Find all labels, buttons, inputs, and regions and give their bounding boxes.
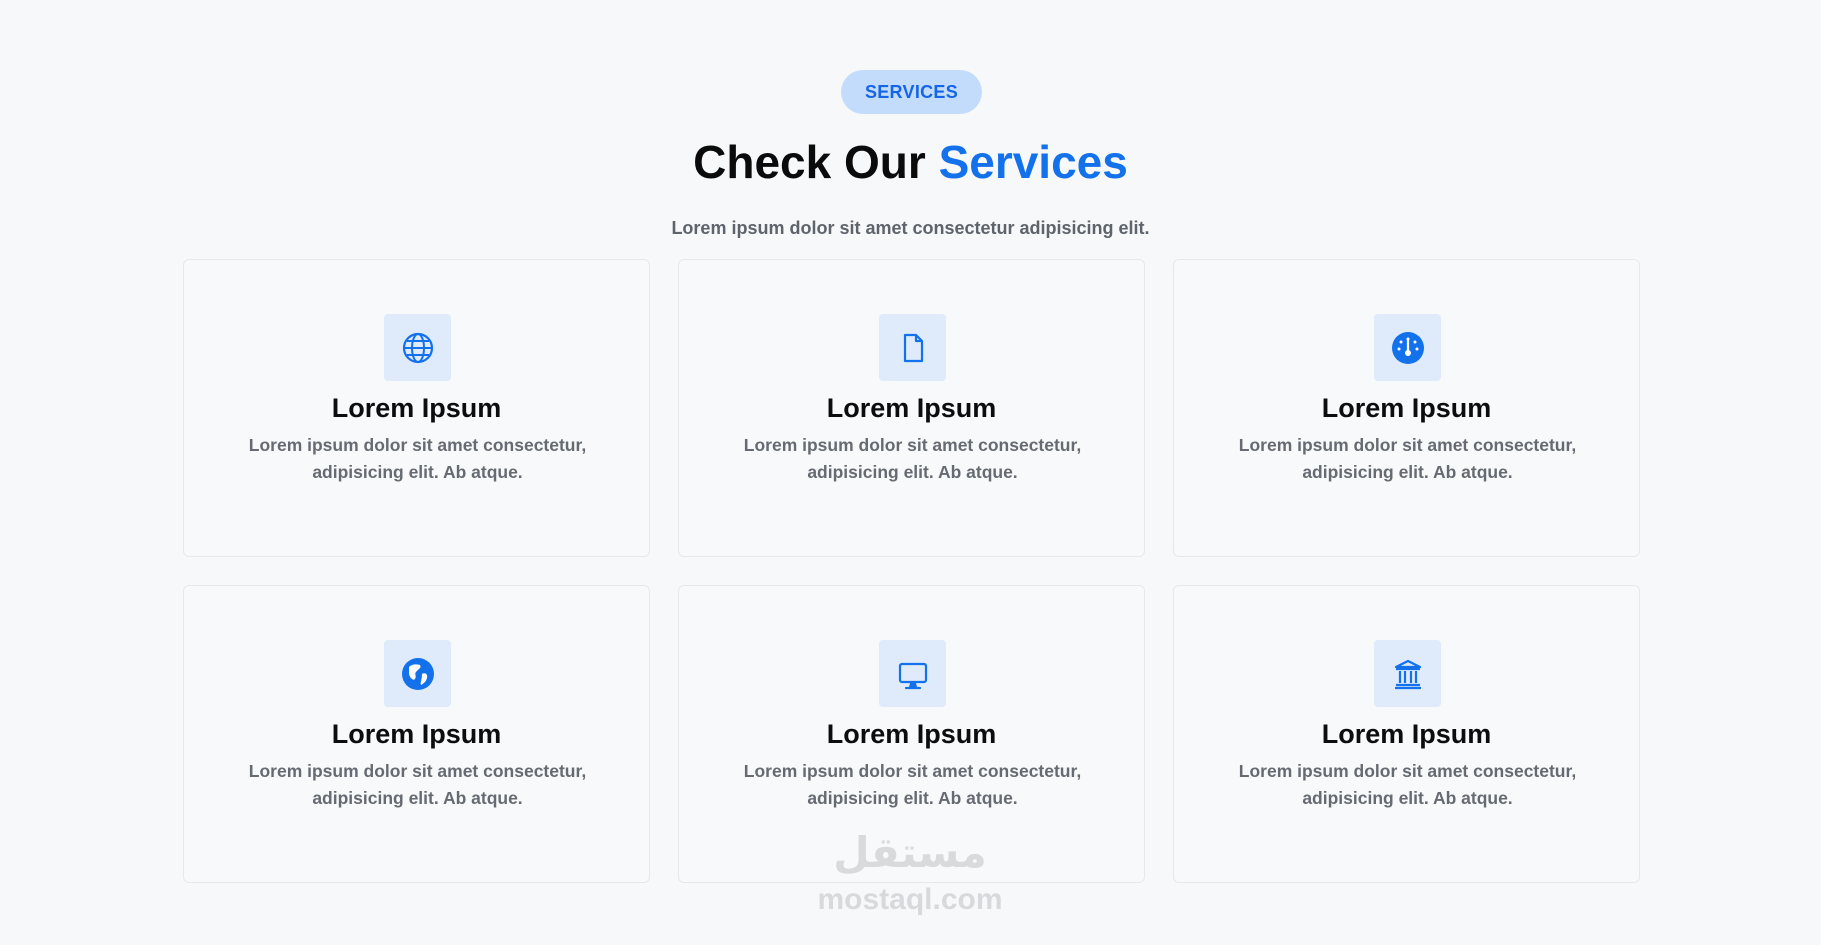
service-title: Lorem Ipsum xyxy=(331,393,502,423)
section-heading-main: Check Our xyxy=(693,136,939,188)
service-title: Lorem Ipsum xyxy=(331,719,502,749)
service-icon-container xyxy=(879,640,946,707)
section-heading-accent: Services xyxy=(938,136,1128,188)
globe-americas-icon xyxy=(401,657,434,690)
service-description: Lorem ipsum dolor sit amet consectetur, … xyxy=(743,435,1082,482)
file-icon xyxy=(903,333,923,362)
service-icon-container xyxy=(384,640,451,707)
service-description: Lorem ipsum dolor sit amet consectetur, … xyxy=(248,761,587,808)
service-title: Lorem Ipsum xyxy=(1321,393,1492,423)
service-card: Lorem Ipsum Lorem ipsum dolor sit amet c… xyxy=(1173,259,1640,557)
section-heading: Check Our Services xyxy=(0,132,1821,192)
service-description: Lorem ipsum dolor sit amet consectetur, … xyxy=(1238,761,1577,808)
service-icon-container xyxy=(879,314,946,381)
watermark-latin: mostaql.com xyxy=(817,883,1002,916)
section-subtitle: Lorem ipsum dolor sit amet consectetur a… xyxy=(671,218,1150,238)
service-title: Lorem Ipsum xyxy=(826,393,997,423)
bank-icon xyxy=(1394,659,1421,689)
speedometer-icon xyxy=(1391,331,1424,364)
service-card: Lorem Ipsum Lorem ipsum dolor sit amet c… xyxy=(183,259,650,557)
service-card: Lorem Ipsum Lorem ipsum dolor sit amet c… xyxy=(183,585,650,883)
service-description: Lorem ipsum dolor sit amet consectetur, … xyxy=(1238,435,1577,482)
service-description: Lorem ipsum dolor sit amet consectetur, … xyxy=(743,761,1082,808)
services-grid: Lorem Ipsum Lorem ipsum dolor sit amet c… xyxy=(183,259,1641,883)
service-description: Lorem ipsum dolor sit amet consectetur, … xyxy=(248,435,587,482)
mostaql-watermark: مستقل mostaql.com xyxy=(790,822,1030,922)
globe-icon xyxy=(402,332,433,363)
service-card: Lorem Ipsum Lorem ipsum dolor sit amet c… xyxy=(1173,585,1640,883)
service-title: Lorem Ipsum xyxy=(1321,719,1492,749)
watermark-arabic: مستقل xyxy=(833,828,987,877)
services-section: SERVICES Check Our Services Lorem ipsum … xyxy=(0,0,1821,945)
services-badge: SERVICES xyxy=(841,70,982,114)
service-icon-container xyxy=(384,314,451,381)
service-title: Lorem Ipsum xyxy=(826,719,997,749)
service-icon-container xyxy=(1374,314,1441,381)
services-badge-label: SERVICES xyxy=(864,81,959,102)
service-card: Lorem Ipsum Lorem ipsum dolor sit amet c… xyxy=(678,259,1145,557)
service-icon-container xyxy=(1374,640,1441,707)
monitor-icon xyxy=(898,662,927,689)
